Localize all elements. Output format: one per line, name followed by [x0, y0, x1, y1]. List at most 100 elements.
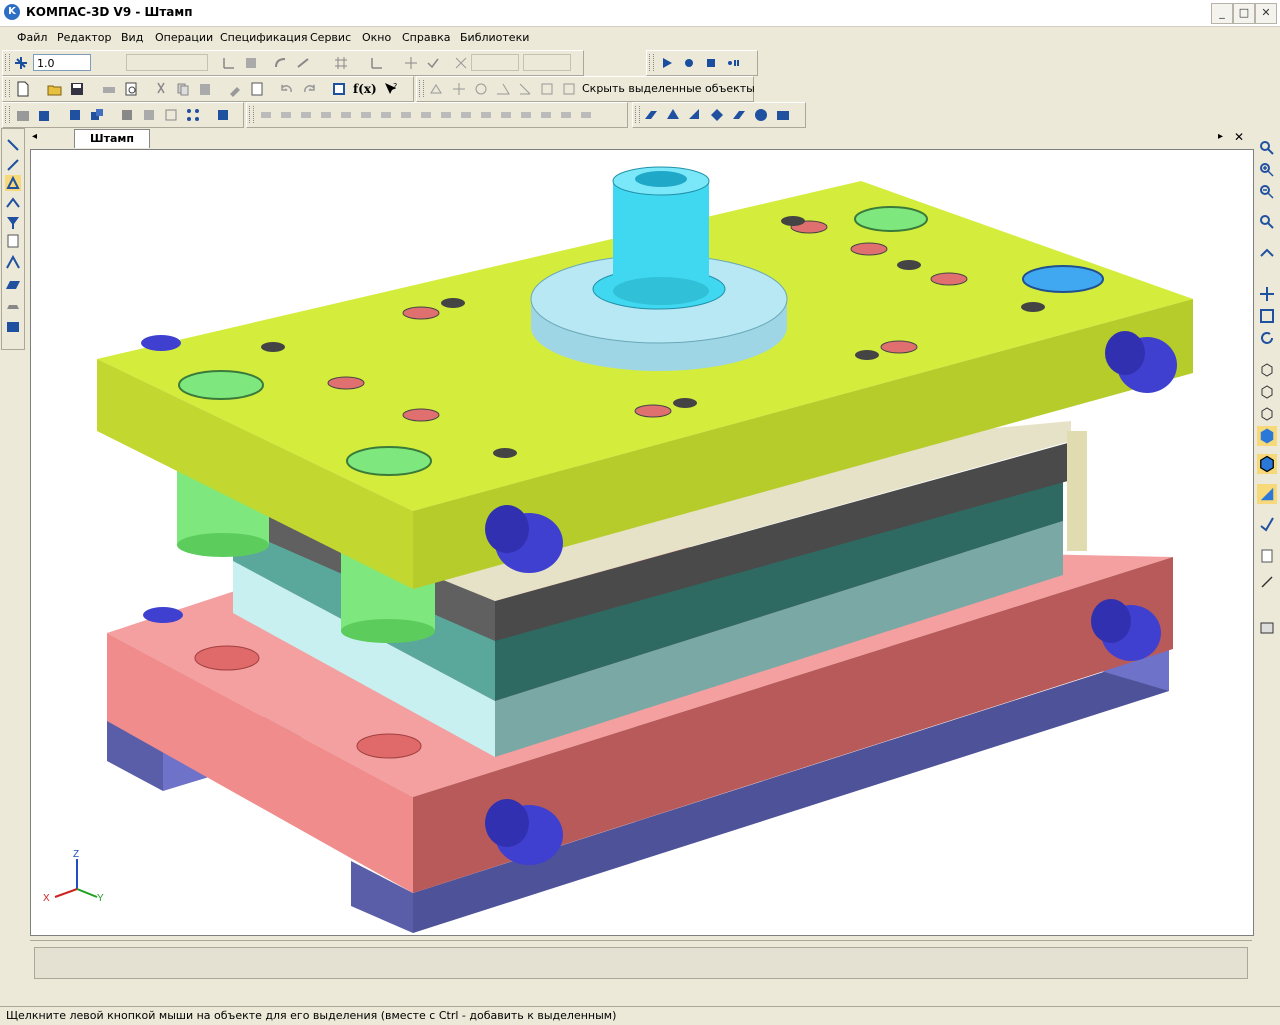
bolt-back-left[interactable]: [141, 335, 181, 351]
menu-file[interactable]: Файл: [17, 31, 47, 44]
constraint-icon[interactable]: [451, 81, 467, 97]
record-icon[interactable]: [681, 55, 697, 71]
tree-icon[interactable]: [1259, 548, 1275, 564]
snap-icon[interactable]: [425, 55, 441, 71]
new-document-icon[interactable]: [15, 81, 31, 97]
kinematic-icon[interactable]: [687, 107, 703, 123]
area-icon[interactable]: [517, 81, 533, 97]
grid-icon[interactable]: [333, 55, 349, 71]
coord-x-field[interactable]: [471, 54, 519, 71]
property-panel-content[interactable]: [34, 947, 1248, 979]
sketch-tool-icon[interactable]: [5, 137, 21, 153]
pause-icon[interactable]: [725, 55, 741, 71]
close-button[interactable]: ✕: [1255, 3, 1277, 24]
menu-help[interactable]: Справка: [402, 31, 450, 44]
array-icon[interactable]: [185, 107, 201, 123]
section-icon[interactable]: [561, 81, 577, 97]
copy-icon[interactable]: [175, 81, 191, 97]
scale-field[interactable]: 1.0: [33, 54, 91, 71]
mass-icon[interactable]: [539, 81, 555, 97]
play-icon[interactable]: [659, 55, 675, 71]
guide-post-right-back[interactable]: [1067, 431, 1087, 551]
thin-hidden-icon[interactable]: [1259, 406, 1275, 422]
menu-operations[interactable]: Операции: [155, 31, 213, 44]
distance-icon[interactable]: [473, 81, 489, 97]
fit-view-icon[interactable]: [1259, 308, 1275, 324]
bolt-bottom-back-left[interactable]: [143, 607, 183, 623]
round-icon[interactable]: [273, 55, 289, 71]
print-preview-icon[interactable]: [123, 81, 139, 97]
zoom-window-icon[interactable]: [1259, 140, 1275, 156]
add-component-icon[interactable]: [67, 107, 83, 123]
tab-scroll-right-icon[interactable]: ▸: [1218, 131, 1223, 142]
halftone-icon[interactable]: [141, 107, 157, 123]
component-icon[interactable]: [37, 107, 53, 123]
assembly-icon[interactable]: [89, 107, 105, 123]
tab-shtamp[interactable]: Штамп: [74, 129, 150, 148]
manager-icon[interactable]: [249, 81, 265, 97]
geometry-tool-icon[interactable]: [5, 175, 21, 191]
surface-tool-icon[interactable]: [5, 195, 21, 211]
sketch-tools-strip-icon[interactable]: [257, 107, 617, 123]
measure-tool-icon[interactable]: [5, 255, 21, 271]
tab-scroll-left-icon[interactable]: ◂: [32, 131, 37, 142]
coords-icon[interactable]: [453, 55, 469, 71]
filter-tool-icon[interactable]: [5, 215, 21, 231]
hide-selected-button[interactable]: Скрыть выделенные объекты: [582, 82, 755, 95]
shaded-view-icon[interactable]: [1257, 426, 1277, 446]
shank[interactable]: [612, 166, 710, 305]
properties-icon[interactable]: [227, 81, 243, 97]
sheet-metal-tool-icon[interactable]: [5, 299, 21, 315]
dimension-icon[interactable]: [295, 55, 311, 71]
rotate-view-icon[interactable]: [1259, 330, 1275, 346]
model-viewport[interactable]: Z X Y: [30, 149, 1254, 936]
section-view-icon[interactable]: [1259, 574, 1275, 590]
hidden-lines-icon[interactable]: [1259, 384, 1275, 400]
wireframe-view-icon[interactable]: [1259, 362, 1275, 378]
move-view-icon[interactable]: [1259, 286, 1275, 302]
menu-edit[interactable]: Редактор: [57, 31, 112, 44]
toolbar-grip[interactable]: [5, 80, 10, 97]
edit-tool-icon[interactable]: [5, 157, 21, 173]
layer-icon[interactable]: [243, 55, 259, 71]
perspective-icon[interactable]: [1257, 484, 1277, 504]
ortho-icon[interactable]: [369, 55, 385, 71]
stop-icon[interactable]: [703, 55, 719, 71]
render-icon[interactable]: [1259, 620, 1275, 636]
minimize-button[interactable]: _: [1211, 3, 1233, 24]
zoom-in-icon[interactable]: [1259, 162, 1275, 178]
hole-icon[interactable]: [753, 107, 769, 123]
extrude-icon[interactable]: [643, 107, 659, 123]
mate-icon[interactable]: [215, 107, 231, 123]
print-icon[interactable]: [101, 81, 117, 97]
cut-extrude-icon[interactable]: [731, 107, 747, 123]
shading-icon[interactable]: [119, 107, 135, 123]
rotate-body-icon[interactable]: [665, 107, 681, 123]
style-combo[interactable]: [126, 54, 208, 71]
formula-button[interactable]: f(x): [353, 81, 377, 97]
maximize-button[interactable]: □: [1233, 3, 1255, 24]
kompas-app-icon[interactable]: K: [4, 4, 20, 20]
menu-specification[interactable]: Спецификация: [220, 31, 307, 44]
fillet-icon[interactable]: [775, 107, 791, 123]
toolbar-grip[interactable]: [249, 106, 254, 123]
paste-icon[interactable]: [197, 81, 213, 97]
orientation-icon[interactable]: [1259, 516, 1275, 532]
close-document-icon[interactable]: ✕: [1234, 130, 1244, 144]
menu-window[interactable]: Окно: [362, 31, 391, 44]
zoom-all-icon[interactable]: [1259, 214, 1275, 230]
save-icon[interactable]: [69, 81, 85, 97]
open-folder-icon[interactable]: [47, 81, 63, 97]
redo-icon[interactable]: [301, 81, 317, 97]
coord-y-field[interactable]: [523, 54, 571, 71]
local-cs-icon[interactable]: [221, 55, 237, 71]
toolbar-grip[interactable]: [5, 106, 10, 123]
menu-view[interactable]: Вид: [121, 31, 143, 44]
grid-snap-icon[interactable]: [13, 55, 29, 71]
wireframe-icon[interactable]: [163, 107, 179, 123]
toolbar-grip[interactable]: [5, 54, 10, 71]
menu-libraries[interactable]: Библиотеки: [460, 31, 529, 44]
cursor-icon[interactable]: [403, 55, 419, 71]
zoom-window-icon[interactable]: [15, 107, 31, 123]
shaded-edges-view-icon[interactable]: [1257, 454, 1277, 474]
